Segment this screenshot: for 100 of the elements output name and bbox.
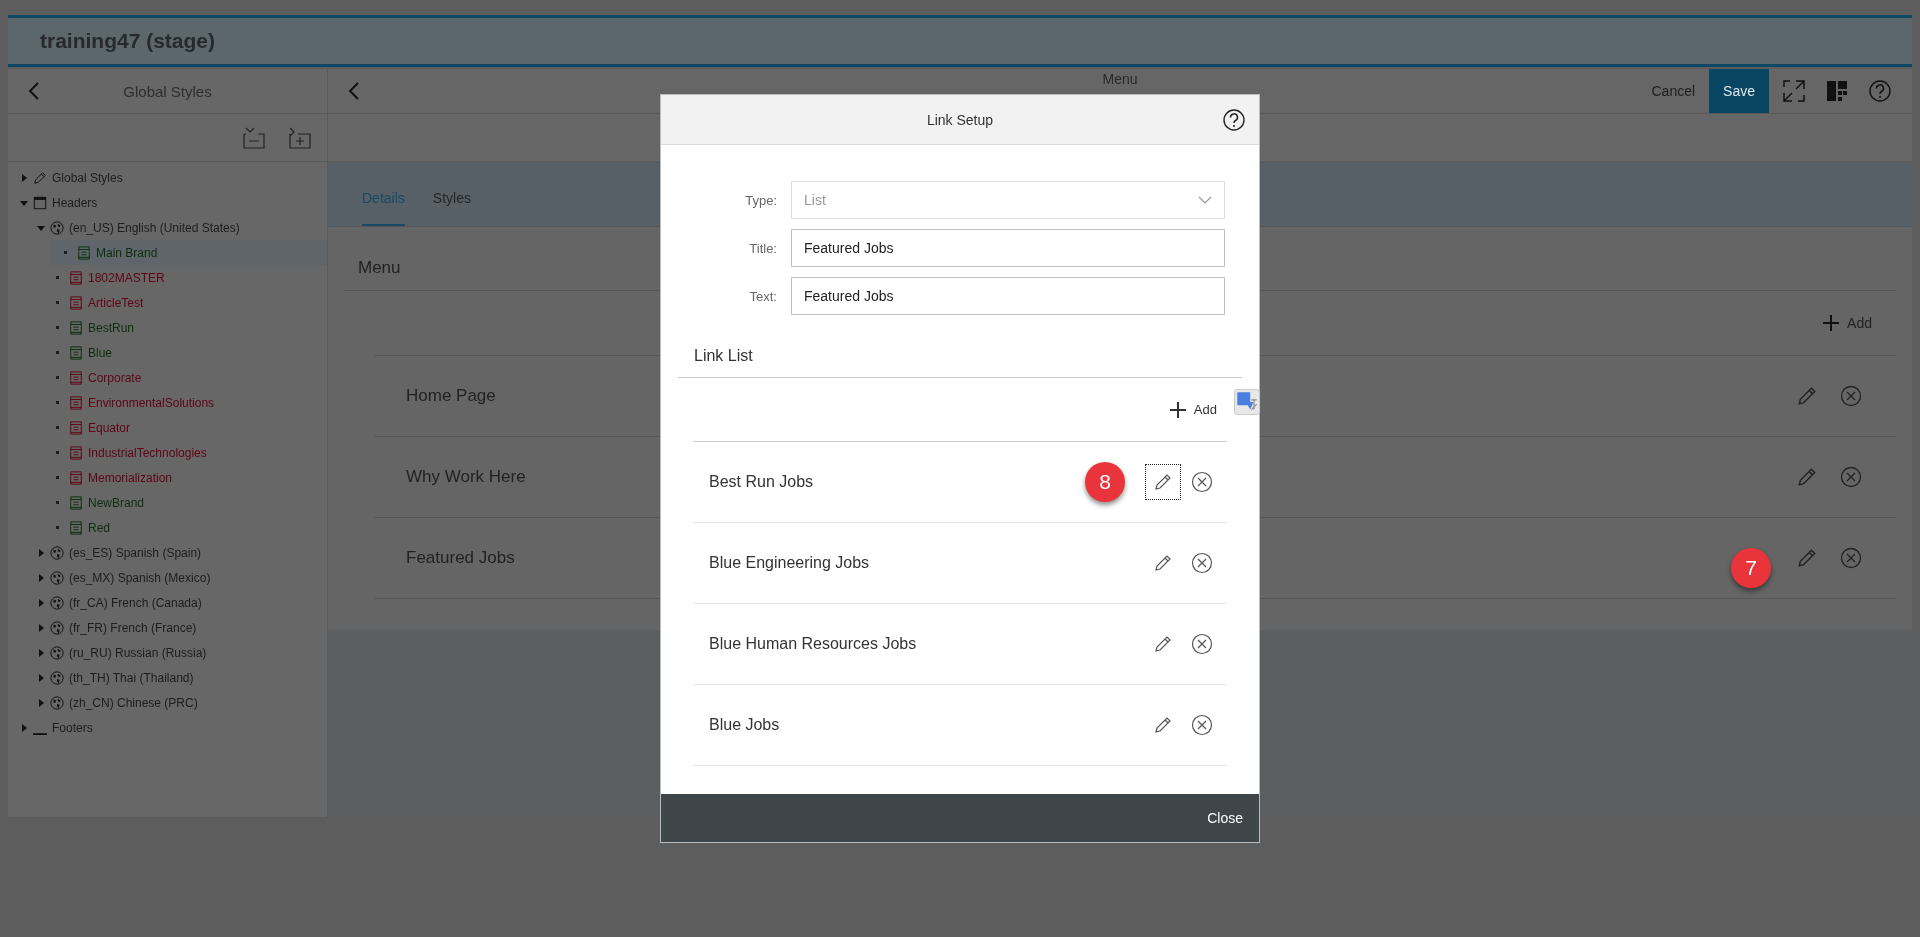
tree-label: Global Styles <box>52 170 123 185</box>
cancel-button[interactable]: Cancel <box>1637 69 1710 113</box>
window-icon <box>33 195 47 210</box>
tree-item[interactable]: Global Styles <box>8 165 327 190</box>
document-icon <box>69 345 83 360</box>
tree-item[interactable]: (es_ES) Spanish (Spain) <box>8 540 327 565</box>
caret-icon[interactable] <box>37 223 45 232</box>
document-icon <box>69 370 83 385</box>
translate-icon[interactable] <box>1234 389 1260 415</box>
collapse-all-icon[interactable] <box>243 126 265 149</box>
tree-item[interactable]: Red <box>8 515 327 540</box>
link-item: Blue Engineering Jobs <box>709 554 870 572</box>
tree-label: (th_TH) Thai (Thailand) <box>69 670 194 685</box>
document-icon <box>69 495 83 510</box>
bullet-icon <box>56 351 59 354</box>
globe-icon <box>50 570 64 585</box>
pencil-icon <box>33 170 47 185</box>
add-button[interactable]: Add <box>1163 397 1223 422</box>
tree-label: (es_ES) Spanish (Spain) <box>69 545 202 560</box>
link-item: Blue Human Resources Jobs <box>709 635 917 653</box>
link-item: Best Run Jobs <box>709 473 814 491</box>
tree-item[interactable]: (zh_CN) Chinese (PRC) <box>8 690 327 715</box>
input-field[interactable]: Featured Jobs <box>791 229 1225 267</box>
tree-label: Footers <box>52 720 93 735</box>
tree-item[interactable]: Memorialization <box>8 465 327 490</box>
caret-icon[interactable] <box>37 548 45 557</box>
section-heading: Menu <box>358 258 401 278</box>
bullet-icon <box>56 326 59 329</box>
underline-icon <box>33 732 47 735</box>
tree-item[interactable]: ArticleTest <box>8 290 327 315</box>
tree-item[interactable]: (ru_RU) Russian (Russia) <box>8 640 327 665</box>
bullet-icon <box>64 251 67 254</box>
document-icon <box>69 420 83 435</box>
layout-icon[interactable] <box>1826 80 1848 102</box>
edit-icon[interactable] <box>1796 385 1818 407</box>
caret-icon[interactable] <box>37 673 45 682</box>
tree-item[interactable]: BestRun <box>8 315 327 340</box>
caret-icon[interactable] <box>37 623 45 632</box>
callout-badge: 8 <box>1085 462 1125 502</box>
add-button[interactable]: Add <box>1817 311 1878 335</box>
tree-item[interactable]: EnvironmentalSolutions <box>8 390 327 415</box>
plus-icon <box>1823 315 1840 331</box>
globe-icon <box>50 545 64 560</box>
input-field[interactable]: Featured Jobs <box>791 277 1225 315</box>
bullet-icon <box>56 476 59 479</box>
caret-icon[interactable] <box>20 723 28 732</box>
tree-item[interactable]: Main Brand <box>50 240 327 265</box>
link-item: Blue Jobs <box>709 716 780 734</box>
back-icon[interactable] <box>28 81 40 101</box>
tree-label: (zh_CN) Chinese (PRC) <box>69 695 198 710</box>
delete-icon[interactable] <box>1191 552 1213 574</box>
tree-item[interactable]: (fr_CA) French (Canada) <box>8 590 327 615</box>
caret-icon[interactable] <box>37 698 45 707</box>
pencil-icon <box>1153 472 1173 492</box>
tree-item[interactable]: Blue <box>8 340 327 365</box>
tree-item[interactable]: Equator <box>8 415 327 440</box>
close-button[interactable]: Close <box>1191 794 1259 842</box>
tree-label: (en_US) English (United States) <box>69 220 240 235</box>
tab[interactable]: Styles <box>432 190 471 226</box>
caret-icon[interactable] <box>20 198 28 207</box>
tree-item[interactable]: Headers <box>8 190 327 215</box>
document-icon <box>69 320 83 335</box>
caret-icon[interactable] <box>37 573 45 582</box>
save-button[interactable]: Save <box>1709 69 1769 113</box>
tree-item[interactable]: (es_MX) Spanish (Mexico) <box>8 565 327 590</box>
tree-item[interactable]: 1802MASTER <box>8 265 327 290</box>
bullet-icon <box>56 276 59 279</box>
bullet-icon <box>56 501 59 504</box>
globe-icon <box>50 670 64 685</box>
edit-icon[interactable] <box>1796 547 1818 569</box>
pencil-icon <box>1153 715 1173 735</box>
delete-icon[interactable] <box>1191 714 1213 736</box>
edit-button[interactable] <box>1145 464 1181 500</box>
tree-label: Main Brand <box>96 245 158 260</box>
tree-item[interactable]: Corporate <box>8 365 327 390</box>
tree-label: IndustrialTechnologies <box>88 445 207 460</box>
delete-icon[interactable] <box>1191 471 1213 493</box>
document-icon <box>69 295 83 310</box>
field-label: Type: <box>744 192 777 208</box>
back-icon[interactable] <box>348 81 360 101</box>
caret-icon[interactable] <box>20 173 28 182</box>
tree-label: EnvironmentalSolutions <box>88 395 215 410</box>
expand-all-icon[interactable] <box>289 126 311 149</box>
delete-icon[interactable] <box>1191 633 1213 655</box>
tree-item[interactable]: IndustrialTechnologies <box>8 440 327 465</box>
globe-icon <box>50 220 64 235</box>
tree-item[interactable]: (th_TH) Thai (Thailand) <box>8 665 327 690</box>
dialog-title: Link Setup <box>926 111 994 128</box>
caret-icon[interactable] <box>37 648 45 657</box>
tree-item[interactable]: (en_US) English (United States) <box>8 215 327 240</box>
tree-label: (fr_FR) French (France) <box>69 620 197 635</box>
edit-icon[interactable] <box>1796 466 1818 488</box>
caret-icon[interactable] <box>37 598 45 607</box>
bullet-icon <box>56 451 59 454</box>
tree-item[interactable]: Footers <box>8 715 327 740</box>
document-icon <box>69 395 83 410</box>
tree-item[interactable]: NewBrand <box>8 490 327 515</box>
help-icon[interactable] <box>1223 108 1245 131</box>
tree-item[interactable]: (fr_FR) French (France) <box>8 615 327 640</box>
fullscreen-icon[interactable] <box>1783 80 1805 102</box>
